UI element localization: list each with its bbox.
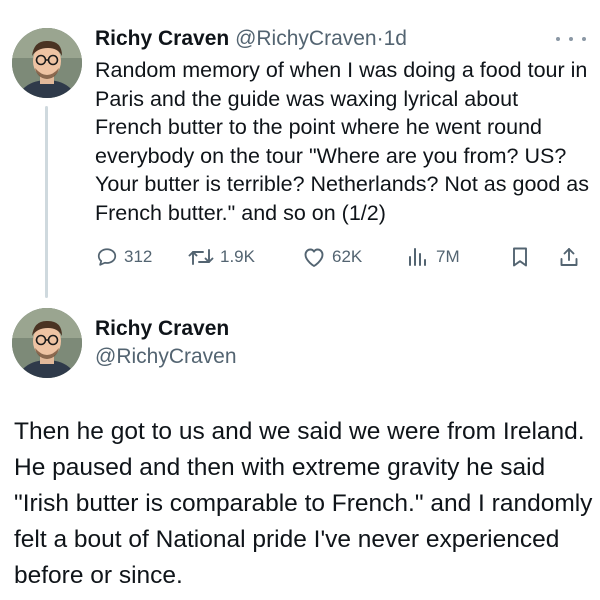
tweet-text: Then he got to us and we said we were fr… [14,418,593,589]
repost-count: 1.9K [220,247,255,266]
reply-button[interactable]: 312 [96,242,152,272]
views-chart-icon [409,248,426,266]
share-icon [560,248,578,266]
tweet-text: Random memory of when I was doing a food… [95,58,589,225]
avatar[interactable] [12,308,82,378]
bookmark-icon [513,247,527,267]
author-name[interactable]: Richy Craven [95,27,229,50]
avatar[interactable] [12,28,82,98]
tweet-time[interactable]: 1d [384,27,407,50]
like-button[interactable]: 62K [302,242,362,272]
author-handle[interactable]: @RichyCraven [95,342,237,372]
repost-icon [188,249,214,265]
avatar-image [12,308,82,378]
share-button[interactable] [558,242,580,272]
meta-separator: · [376,27,384,50]
author-handle[interactable]: @RichyCraven [235,27,377,50]
author-name[interactable]: Richy Craven [95,314,229,344]
reply-icon [97,248,117,266]
repost-button[interactable]: 1.9K [188,242,255,272]
reply-count: 312 [124,247,153,266]
views-button[interactable]: 7M [406,242,460,272]
thread-line [45,106,48,298]
avatar-image [12,28,82,98]
tweet-header: Richy Craven @RichyCraven·1d [95,24,407,54]
views-count: 7M [436,247,460,266]
like-count: 62K [332,247,363,266]
more-horizontal-icon[interactable] [556,30,586,48]
heart-icon [304,248,324,267]
bookmark-button[interactable] [510,242,530,272]
